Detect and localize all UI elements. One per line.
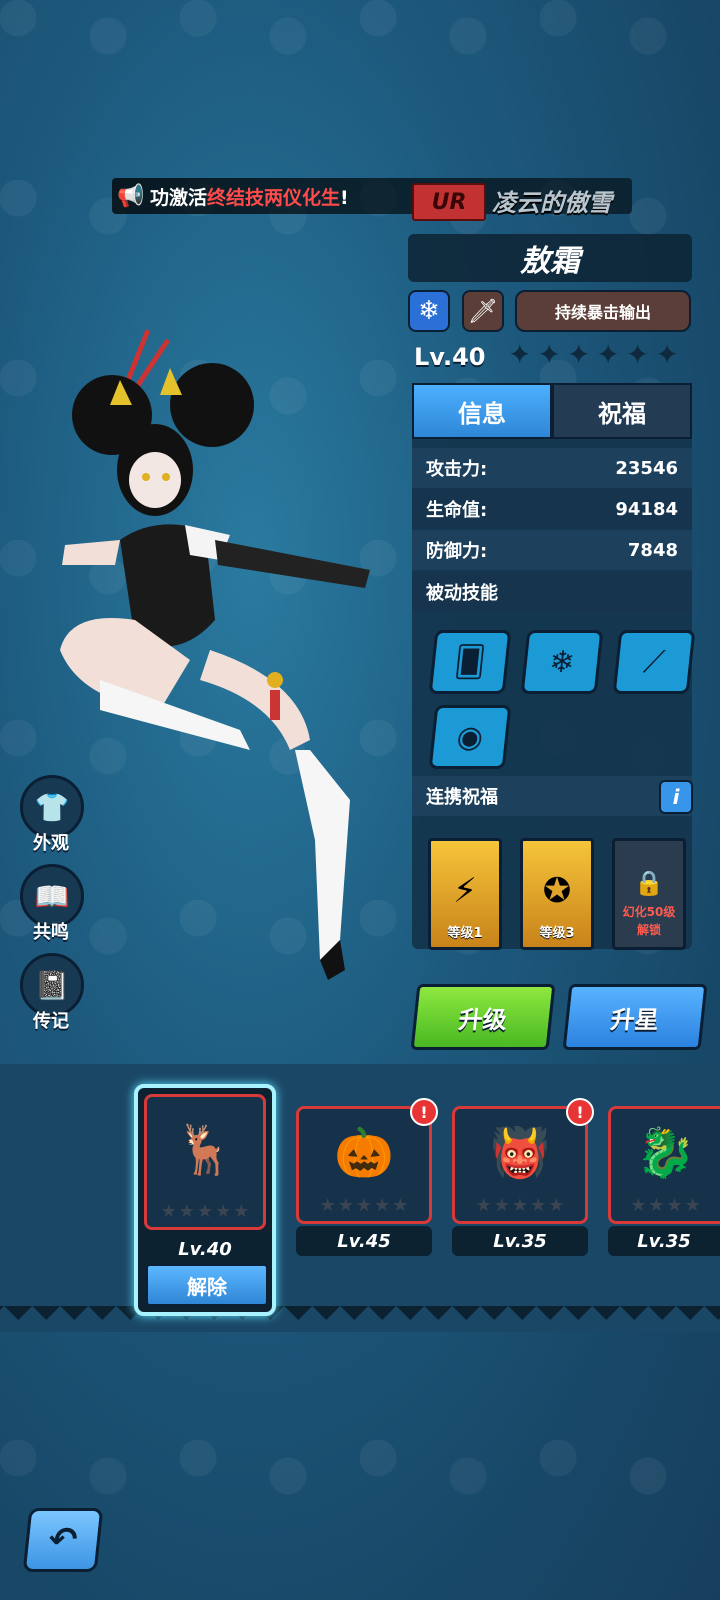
- demon-portrait-icon: 👹: [490, 1124, 550, 1181]
- hero-subtitle: 凌云的傲雪: [492, 189, 612, 217]
- dragon-emblem-icon[interactable]: ◉: [428, 705, 512, 769]
- announcement-highlight: 终结技两仪化生: [207, 186, 341, 209]
- tab-blessing[interactable]: 祝福: [552, 383, 692, 439]
- passive-skills-title: 被动技能: [412, 572, 692, 612]
- card-stars: ★ ★ ★ ★: [630, 1195, 701, 1216]
- link-bless-title: 连携祝福: [412, 776, 692, 816]
- stat-defense: 防御力: 7848: [412, 530, 692, 570]
- star-up-button[interactable]: 升星: [562, 984, 708, 1050]
- claw-slash-icon[interactable]: ⟋: [612, 630, 696, 694]
- roster-card[interactable]: 🎃 ★ ★ ★ ★ ★ ! Lv.45: [296, 1098, 438, 1256]
- alert-badge: !: [410, 1098, 438, 1126]
- unlock-label: 解锁: [636, 923, 661, 937]
- announcement-prefix: 功激活: [150, 186, 208, 209]
- card-level: Lv.40: [178, 1238, 232, 1260]
- megaphone-icon: 📢: [117, 183, 145, 209]
- back-button[interactable]: ↶: [22, 1508, 104, 1572]
- locked-bless-card[interactable]: 🔒 幻化50级 解锁: [612, 838, 686, 950]
- stat-hp: 生命值: 94184: [412, 489, 692, 529]
- pumpkin-portrait-icon: 🎃: [334, 1124, 394, 1181]
- bless-card[interactable]: ✪ 等级3: [520, 838, 594, 950]
- unequip-button[interactable]: 解除: [146, 1264, 268, 1306]
- role-tag: 持续暴击输出: [515, 290, 691, 332]
- snowflake-icon[interactable]: ❄: [520, 630, 604, 694]
- back-arrow-icon: ↶: [46, 1520, 80, 1560]
- card-stars: ★ ★ ★ ★ ★: [160, 1201, 250, 1222]
- star-icon: ✦: [655, 338, 679, 371]
- lightning-beast-icon: ⚡: [453, 871, 477, 911]
- card-level: Lv.35: [452, 1226, 588, 1256]
- cards-dice-icon[interactable]: 🂠: [428, 630, 512, 694]
- info-button[interactable]: i: [659, 780, 693, 814]
- announcement-suffix: !: [340, 186, 349, 209]
- roster-card-selected[interactable]: 🦌 ★ ★ ★ ★ ★ Lv.40 解除: [134, 1084, 276, 1316]
- stat-value: 94184: [615, 498, 678, 520]
- star-icon: ✦: [537, 338, 561, 371]
- star-icon: ✦: [566, 338, 591, 371]
- rarity-badge: UR: [412, 183, 486, 221]
- card-level: Lv.45: [296, 1226, 432, 1256]
- hero-illustration: [60, 329, 370, 980]
- stat-value: 23546: [615, 457, 678, 479]
- bless-level: 等级3: [539, 926, 575, 941]
- dragon-portrait-icon: 🐉: [635, 1124, 696, 1181]
- snowflake-icon: ❄: [408, 290, 450, 332]
- stat-label: 攻击力:: [426, 459, 488, 480]
- stag-portrait-icon: 🦌: [175, 1121, 235, 1178]
- star-icon: ✦: [596, 338, 620, 371]
- hero-name: 敖霜: [408, 234, 692, 282]
- link-bless-label: 连携祝福: [426, 787, 498, 808]
- stat-label: 防御力:: [426, 541, 488, 562]
- roster-divider: [0, 1306, 720, 1332]
- tab-info[interactable]: 信息: [412, 383, 552, 439]
- bless-card[interactable]: ⚡ 等级1: [428, 838, 502, 950]
- golden-orb-icon: ✪: [542, 871, 572, 911]
- biography-label: 传记: [33, 1011, 69, 1032]
- card-stars: ★ ★ ★ ★ ★: [475, 1195, 565, 1216]
- panel-tabs: 信息 祝福: [412, 383, 692, 439]
- stat-label: 生命值:: [426, 500, 488, 521]
- appearance-label: 外观: [33, 833, 69, 854]
- biography-button[interactable]: 📓 传记: [20, 953, 84, 1033]
- card-stars: ★ ★ ★ ★ ★: [319, 1195, 409, 1216]
- star-icon: ✦: [508, 338, 532, 371]
- stat-value: 7848: [627, 539, 678, 561]
- roster-card[interactable]: 🐉 ★ ★ ★ ★ Lv.35: [608, 1106, 720, 1256]
- upgrade-button[interactable]: 升级: [410, 984, 556, 1050]
- resonance-button[interactable]: 📖 共鸣: [20, 864, 84, 944]
- bless-level: 等级1: [447, 926, 483, 941]
- star-icon: ✦: [625, 338, 650, 371]
- unlock-requirement: 幻化50级: [622, 905, 676, 919]
- resonance-label: 共鸣: [33, 922, 69, 943]
- roster-card[interactable]: 👹 ★ ★ ★ ★ ★ ! Lv.35: [452, 1098, 594, 1256]
- lock-icon: 🔒: [634, 869, 664, 897]
- stat-attack: 攻击力: 23546: [412, 448, 692, 488]
- card-level: Lv.35: [608, 1226, 720, 1256]
- hero-level: Lv.40: [414, 343, 486, 371]
- appearance-button[interactable]: 👕 外观: [20, 775, 84, 855]
- star-rating: ✦ ✦ ✦ ✦ ✦ ✦: [508, 341, 679, 369]
- sword-icon: 🗡: [462, 290, 504, 332]
- alert-badge: !: [566, 1098, 594, 1126]
